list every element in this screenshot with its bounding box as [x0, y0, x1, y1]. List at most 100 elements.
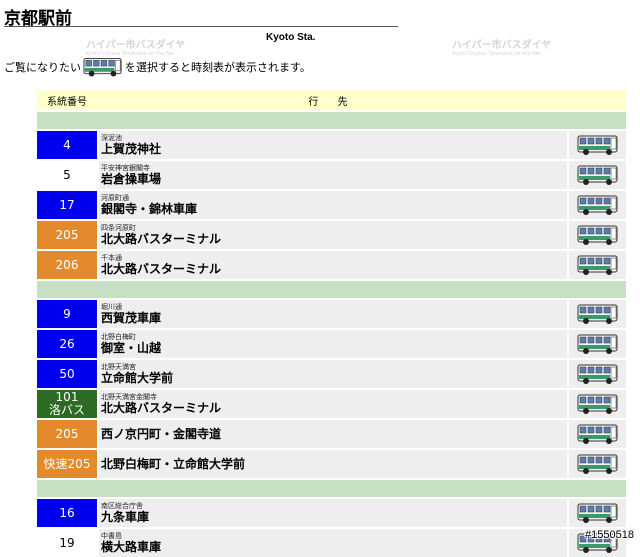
route-number: 9: [63, 306, 71, 321]
destination-cell: 北野天満宮 立命館大学前: [99, 360, 567, 388]
bus-icon[interactable]: [577, 363, 619, 385]
route-number-badge: 16: [37, 499, 97, 527]
destination-cell: 平安神宮銀閣寺 岩倉操車場: [99, 161, 567, 189]
timetable-cell: [569, 499, 626, 527]
bus-icon[interactable]: [577, 333, 619, 355]
destination-cell: 堀川通 西賀茂車庫: [99, 300, 567, 328]
route-row: 4 深泥池 上賀茂神社: [37, 131, 626, 159]
bus-icon[interactable]: [577, 453, 619, 475]
via-text: 河原町通: [101, 194, 129, 202]
destination-name: 西ノ京円町・金閣寺道: [101, 427, 222, 441]
instruction-text: ご覧になりたい を選択すると時刻表が表示されます。: [4, 56, 311, 78]
destination-cell: 中書島 横大路車庫: [99, 529, 567, 557]
route-number-badge: 4: [37, 131, 97, 159]
timetable-cell: [569, 131, 626, 159]
destination-cell: 千本通 北大路バスターミナル: [99, 251, 567, 279]
bus-icon[interactable]: [577, 164, 619, 186]
route-number: 快速205: [43, 456, 91, 471]
watermark-right: ハイパー市バスダイヤ Kyoto Citybus Timetable on th…: [452, 36, 551, 57]
watermark-left: ハイパー市バスダイヤ Kyoto Citybus Timetable on th…: [86, 36, 185, 57]
route-row: 26 北野白梅町 御室・山越: [37, 330, 626, 358]
image-id-watermark: #1550518: [585, 529, 634, 541]
route-number-badge: 50: [37, 360, 97, 388]
route-number-badge: 9: [37, 300, 97, 328]
route-number: 5: [63, 167, 71, 182]
route-groups: 4 深泥池 上賀茂神社 5 平安神宮銀閣寺 岩倉操車場 17 河原町通 銀閣寺・錦林車庫 205 四…: [37, 112, 626, 557]
route-number: 205: [55, 426, 79, 441]
watermark-subtext: Kyoto Citybus Timetable on the Net: [452, 51, 541, 57]
destination-cell: 北野白梅町 御室・山越: [99, 330, 567, 358]
destination-name: 九条車庫: [101, 510, 150, 524]
destination-cell: 西ノ京円町・金閣寺道: [99, 420, 567, 448]
destination-name: 北大路バスターミナル: [101, 262, 222, 276]
group-separator: [37, 480, 626, 497]
via-text: 北野白梅町: [101, 333, 136, 341]
header-destination: 行 先: [308, 96, 356, 108]
header-route-number: 系統番号: [47, 96, 87, 108]
via-text: 北野天満宮金閣寺: [101, 393, 157, 401]
destination-name: 立命館大学前: [101, 371, 174, 385]
route-number: 4: [63, 137, 71, 152]
destination-name: 西賀茂車庫: [101, 311, 162, 325]
destination-name: 横大路車庫: [101, 540, 162, 554]
route-row: 50 北野天満宮 立命館大学前: [37, 360, 626, 388]
bus-icon[interactable]: [577, 224, 619, 246]
route-number: 206: [55, 257, 79, 272]
destination-cell: 北野白梅町・立命館大学前: [99, 450, 567, 478]
route-number-badge: 205: [37, 221, 97, 249]
route-number: 205: [55, 227, 79, 242]
bus-icon[interactable]: [577, 502, 619, 524]
route-number-badge: 17: [37, 191, 97, 219]
bus-icon[interactable]: [577, 303, 619, 325]
bus-icon[interactable]: [577, 254, 619, 276]
watermark-text: ハイパー市バスダイヤ: [452, 40, 552, 51]
via-text: 四条河原町: [101, 224, 136, 232]
timetable-cell: [569, 390, 626, 418]
destination-name: 銀閣寺・錦林車庫: [101, 202, 198, 216]
destination-cell: 深泥池 上賀茂神社: [99, 131, 567, 159]
timetable-cell: [569, 221, 626, 249]
route-number: 17: [59, 197, 75, 212]
route-row: 205 四条河原町 北大路バスターミナル: [37, 221, 626, 249]
bus-icon[interactable]: [577, 393, 619, 415]
route-row: 16 南区総合庁舎 九条車庫: [37, 499, 626, 527]
route-row: 101 洛バス 北野天満宮金閣寺 北大路バスターミナル: [37, 390, 626, 418]
via-text: 平安神宮銀閣寺: [101, 164, 150, 172]
destination-name: 御室・山越: [101, 341, 162, 355]
destination-name: 北大路バスターミナル: [101, 401, 222, 415]
route-number-badge: 26: [37, 330, 97, 358]
bus-icon[interactable]: [577, 134, 619, 156]
route-row: 9 堀川通 西賀茂車庫: [37, 300, 626, 328]
timetable-cell: [569, 450, 626, 478]
via-text: 中書島: [101, 532, 122, 540]
timetable-cell: [569, 330, 626, 358]
route-number-badge: 19: [37, 529, 97, 557]
route-row: 205 西ノ京円町・金閣寺道: [37, 420, 626, 448]
destination-cell: 北野天満宮金閣寺 北大路バスターミナル: [99, 390, 567, 418]
via-text: 千本通: [101, 254, 122, 262]
route-number: 19: [59, 535, 75, 550]
destination-cell: 四条河原町 北大路バスターミナル: [99, 221, 567, 249]
via-text: 深泥池: [101, 134, 122, 142]
bus-icon[interactable]: [577, 423, 619, 445]
route-number-badge: 5: [37, 161, 97, 189]
route-number-badge: 206: [37, 251, 97, 279]
route-row: 206 千本通 北大路バスターミナル: [37, 251, 626, 279]
route-number-badge: 205: [37, 420, 97, 448]
table-header: 系統番号 行 先: [37, 90, 626, 110]
watermark-text: ハイパー市バスダイヤ: [86, 40, 186, 51]
instruction-after: を選択すると時刻表が表示されます。: [125, 61, 311, 74]
destination-name: 岩倉操車場: [101, 172, 162, 186]
destination-cell: 河原町通 銀閣寺・錦林車庫: [99, 191, 567, 219]
timetable-cell: [569, 420, 626, 448]
timetable-cell: [569, 251, 626, 279]
station-name-english: Kyoto Sta.: [266, 32, 316, 43]
bus-icon[interactable]: [577, 194, 619, 216]
group-separator: [37, 281, 626, 298]
timetable-cell: [569, 360, 626, 388]
via-text: 南区総合庁舎: [101, 502, 143, 510]
route-number-sub: 洛バス: [48, 403, 85, 417]
timetable-cell: [569, 191, 626, 219]
route-number-badge: 快速205: [37, 450, 97, 478]
instruction-before: ご覧になりたい: [4, 61, 81, 74]
